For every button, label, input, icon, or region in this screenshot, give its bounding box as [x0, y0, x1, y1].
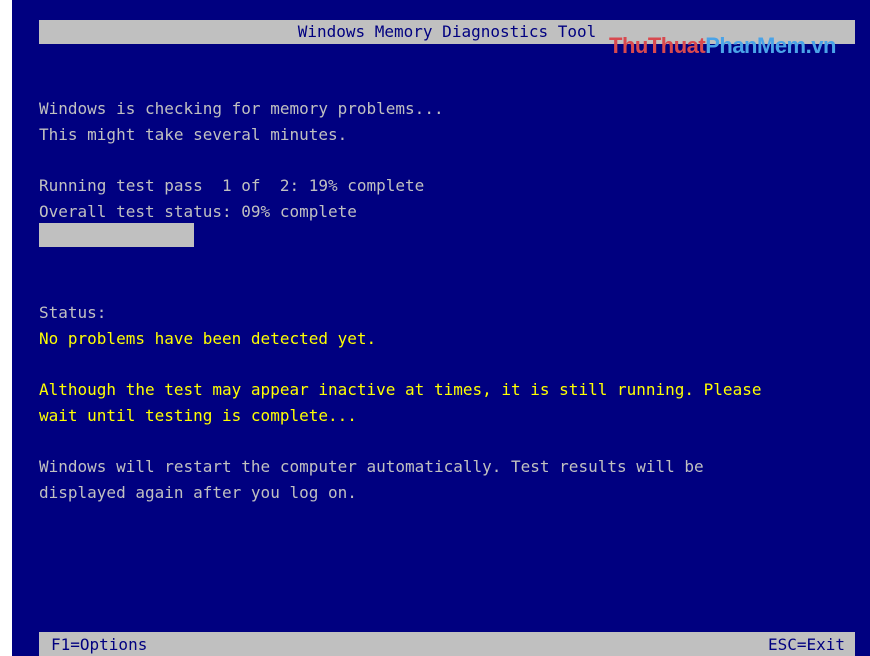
watermark-part1: ThuThuat: [609, 33, 706, 58]
watermark-part2: PhanMem.vn: [705, 33, 836, 58]
overall-progress-fill: [39, 223, 195, 247]
watermark-logo: ThuThuatPhanMem.vn: [609, 33, 836, 59]
restart-line-1: Windows will restart the computer automa…: [39, 457, 704, 476]
overall-progress-bar: [39, 223, 855, 247]
restart-line-2: displayed again after you log on.: [39, 483, 357, 502]
test-pass-status: Running test pass 1 of 2: 19% complete: [39, 176, 425, 195]
notice-line-1: Although the test may appear inactive at…: [39, 380, 762, 399]
overall-test-status: Overall test status: 09% complete: [39, 202, 357, 221]
intro-line-2: This might take several minutes.: [39, 125, 348, 144]
status-message: No problems have been detected yet.: [39, 329, 377, 348]
window-title: Windows Memory Diagnostics Tool: [297, 22, 597, 41]
status-label: Status:: [39, 303, 107, 322]
exit-key-hint[interactable]: ESC=Exit: [768, 632, 845, 656]
memory-diagnostic-screen: Windows Memory Diagnostics Tool ThuThuat…: [12, 0, 870, 656]
intro-line-1: Windows is checking for memory problems.…: [39, 99, 444, 118]
notice-line-2: wait until testing is complete...: [39, 406, 357, 425]
footer-bar: F1=Options ESC=Exit: [39, 632, 855, 656]
options-key-hint[interactable]: F1=Options: [51, 632, 147, 656]
